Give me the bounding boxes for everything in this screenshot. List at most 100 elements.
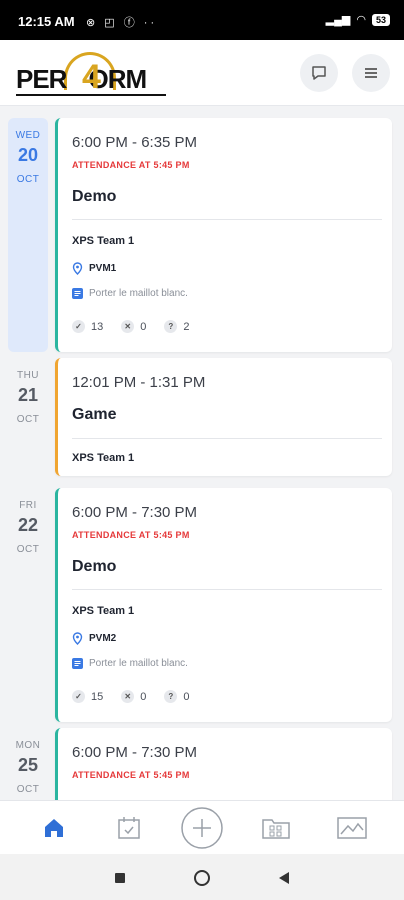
square-icon (115, 873, 125, 883)
date-column: FRI 22 OCT (8, 488, 48, 722)
stat-maybe: ? 2 (164, 320, 190, 333)
day-of-week: FRI (19, 500, 37, 511)
nav-home[interactable] (24, 801, 84, 855)
event-time: 12:01 PM - 1:31 PM (72, 374, 206, 391)
location-name: PVM1 (89, 263, 117, 274)
location-pin-icon (72, 262, 83, 275)
stat-no: ✕ 0 (121, 320, 146, 333)
wifi-icon: ◠ (356, 14, 366, 26)
team-name: XPS Team 1 (72, 452, 135, 464)
x-icon: ✕ (121, 320, 135, 333)
day-number: 21 (17, 385, 39, 405)
location-pin-icon (72, 632, 83, 645)
back-button[interactable] (274, 868, 294, 888)
date-column: MON 25 OCT (8, 728, 48, 800)
event-title: Demo (72, 558, 117, 575)
chat-icon (312, 66, 326, 80)
day-of-week: THU (16, 370, 40, 381)
stat-maybe: ? 0 (164, 690, 190, 703)
stat-yes: ✓ 15 (72, 690, 103, 703)
date-column: WED 20 OCT (8, 118, 48, 352)
question-icon: ? (164, 320, 178, 333)
logo-four: 4 (82, 58, 101, 96)
status-bar: 12:15 AM ⊗ ◰ ⓕ ·· ▂▄▆ ◠ 53 (0, 0, 404, 40)
attendance-time: ATTENDANCE AT 5:45 PM (72, 770, 190, 780)
check-icon: ✓ (72, 690, 85, 703)
event-note: Porter le maillot blanc. (89, 658, 188, 669)
bottom-nav (0, 800, 404, 854)
event-time: 6:00 PM - 6:35 PM (72, 134, 198, 151)
no-count: 0 (140, 690, 147, 703)
stat-yes: ✓ 13 (72, 320, 103, 333)
event-time: 6:00 PM - 7:30 PM (72, 504, 198, 521)
system-nav-bar (0, 854, 404, 900)
x-icon: ✕ (121, 690, 135, 703)
yes-count: 13 (91, 320, 104, 333)
date-column: THU 21 OCT (8, 358, 48, 476)
recents-button[interactable] (110, 868, 130, 888)
month: OCT (16, 174, 40, 185)
divider (72, 219, 382, 220)
nav-folders[interactable] (246, 801, 306, 855)
event-title: Demo (72, 188, 117, 205)
home-system-button[interactable] (192, 868, 212, 888)
app-header: PER ORM 4 (0, 40, 404, 106)
event-time: 6:00 PM - 7:30 PM (72, 744, 198, 761)
divider (72, 589, 382, 590)
circle-icon (194, 870, 210, 886)
day-number: 25 (17, 755, 39, 775)
events-feed[interactable]: WED 20 OCT 6:00 PM - 6:35 PM ATTENDANCE … (0, 106, 404, 800)
no-count: 0 (140, 320, 147, 333)
note-icon (72, 658, 83, 669)
nav-stats[interactable] (322, 801, 382, 855)
notification-icons: ⊗ ◰ ⓕ ·· (86, 17, 158, 29)
attendance-stats[interactable]: ✓ 15 ✕ 0 ? 0 (72, 690, 208, 703)
perform-logo[interactable]: PER ORM 4 (16, 50, 166, 96)
location-name: PVM2 (89, 633, 117, 644)
note-icon (72, 288, 83, 299)
day-number: 22 (17, 515, 39, 535)
check-icon: ✓ (72, 320, 85, 333)
day-of-week: MON (15, 740, 41, 751)
location-row[interactable]: PVM1 (72, 262, 116, 275)
note-row: Porter le maillot blanc. (72, 288, 188, 299)
nav-add[interactable] (172, 801, 232, 855)
attendance-time: ATTENDANCE AT 5:45 PM (72, 160, 190, 170)
status-right: ▂▄▆ ◠ 53 (326, 13, 390, 26)
event-note: Porter le maillot blanc. (89, 288, 188, 299)
yes-count: 15 (91, 690, 104, 703)
menu-button[interactable] (352, 54, 390, 92)
nav-calendar[interactable] (99, 801, 159, 855)
location-row[interactable]: PVM2 (72, 632, 116, 645)
note-row: Porter le maillot blanc. (72, 658, 188, 669)
hamburger-icon (365, 68, 377, 78)
team-name: XPS Team 1 (72, 605, 135, 617)
battery-icon: 53 (371, 13, 390, 26)
logo-underline (16, 94, 166, 96)
day-number: 20 (17, 145, 39, 165)
folder-grid-icon (262, 819, 290, 839)
month: OCT (16, 544, 40, 555)
event-card[interactable]: 6:00 PM - 6:35 PM ATTENDANCE AT 5:45 PM … (55, 118, 392, 352)
day-of-week: WED (15, 130, 41, 141)
calendar-check-icon (118, 817, 140, 839)
home-icon (45, 819, 63, 837)
status-time: 12:15 AM (18, 14, 75, 29)
team-name: XPS Team 1 (72, 235, 135, 247)
event-title: Game (72, 406, 117, 423)
stats-chart-icon (337, 817, 367, 839)
maybe-count: 2 (183, 320, 190, 333)
event-card[interactable]: 6:00 PM - 7:30 PM ATTENDANCE AT 5:45 PM … (55, 488, 392, 722)
back-triangle-icon (279, 872, 289, 884)
event-card[interactable]: 12:01 PM - 1:31 PM Game XPS Team 1 (55, 358, 392, 476)
attendance-time: ATTENDANCE AT 5:45 PM (72, 530, 190, 540)
event-card[interactable]: 6:00 PM - 7:30 PM ATTENDANCE AT 5:45 PM (55, 728, 392, 800)
month: OCT (16, 784, 40, 795)
month: OCT (16, 414, 40, 425)
attendance-stats[interactable]: ✓ 13 ✕ 0 ? 2 (72, 320, 208, 333)
question-icon: ? (164, 690, 178, 703)
maybe-count: 0 (183, 690, 190, 703)
signal-icon: ▂▄▆ (325, 14, 351, 26)
chat-button[interactable] (300, 54, 338, 92)
stat-no: ✕ 0 (121, 690, 146, 703)
